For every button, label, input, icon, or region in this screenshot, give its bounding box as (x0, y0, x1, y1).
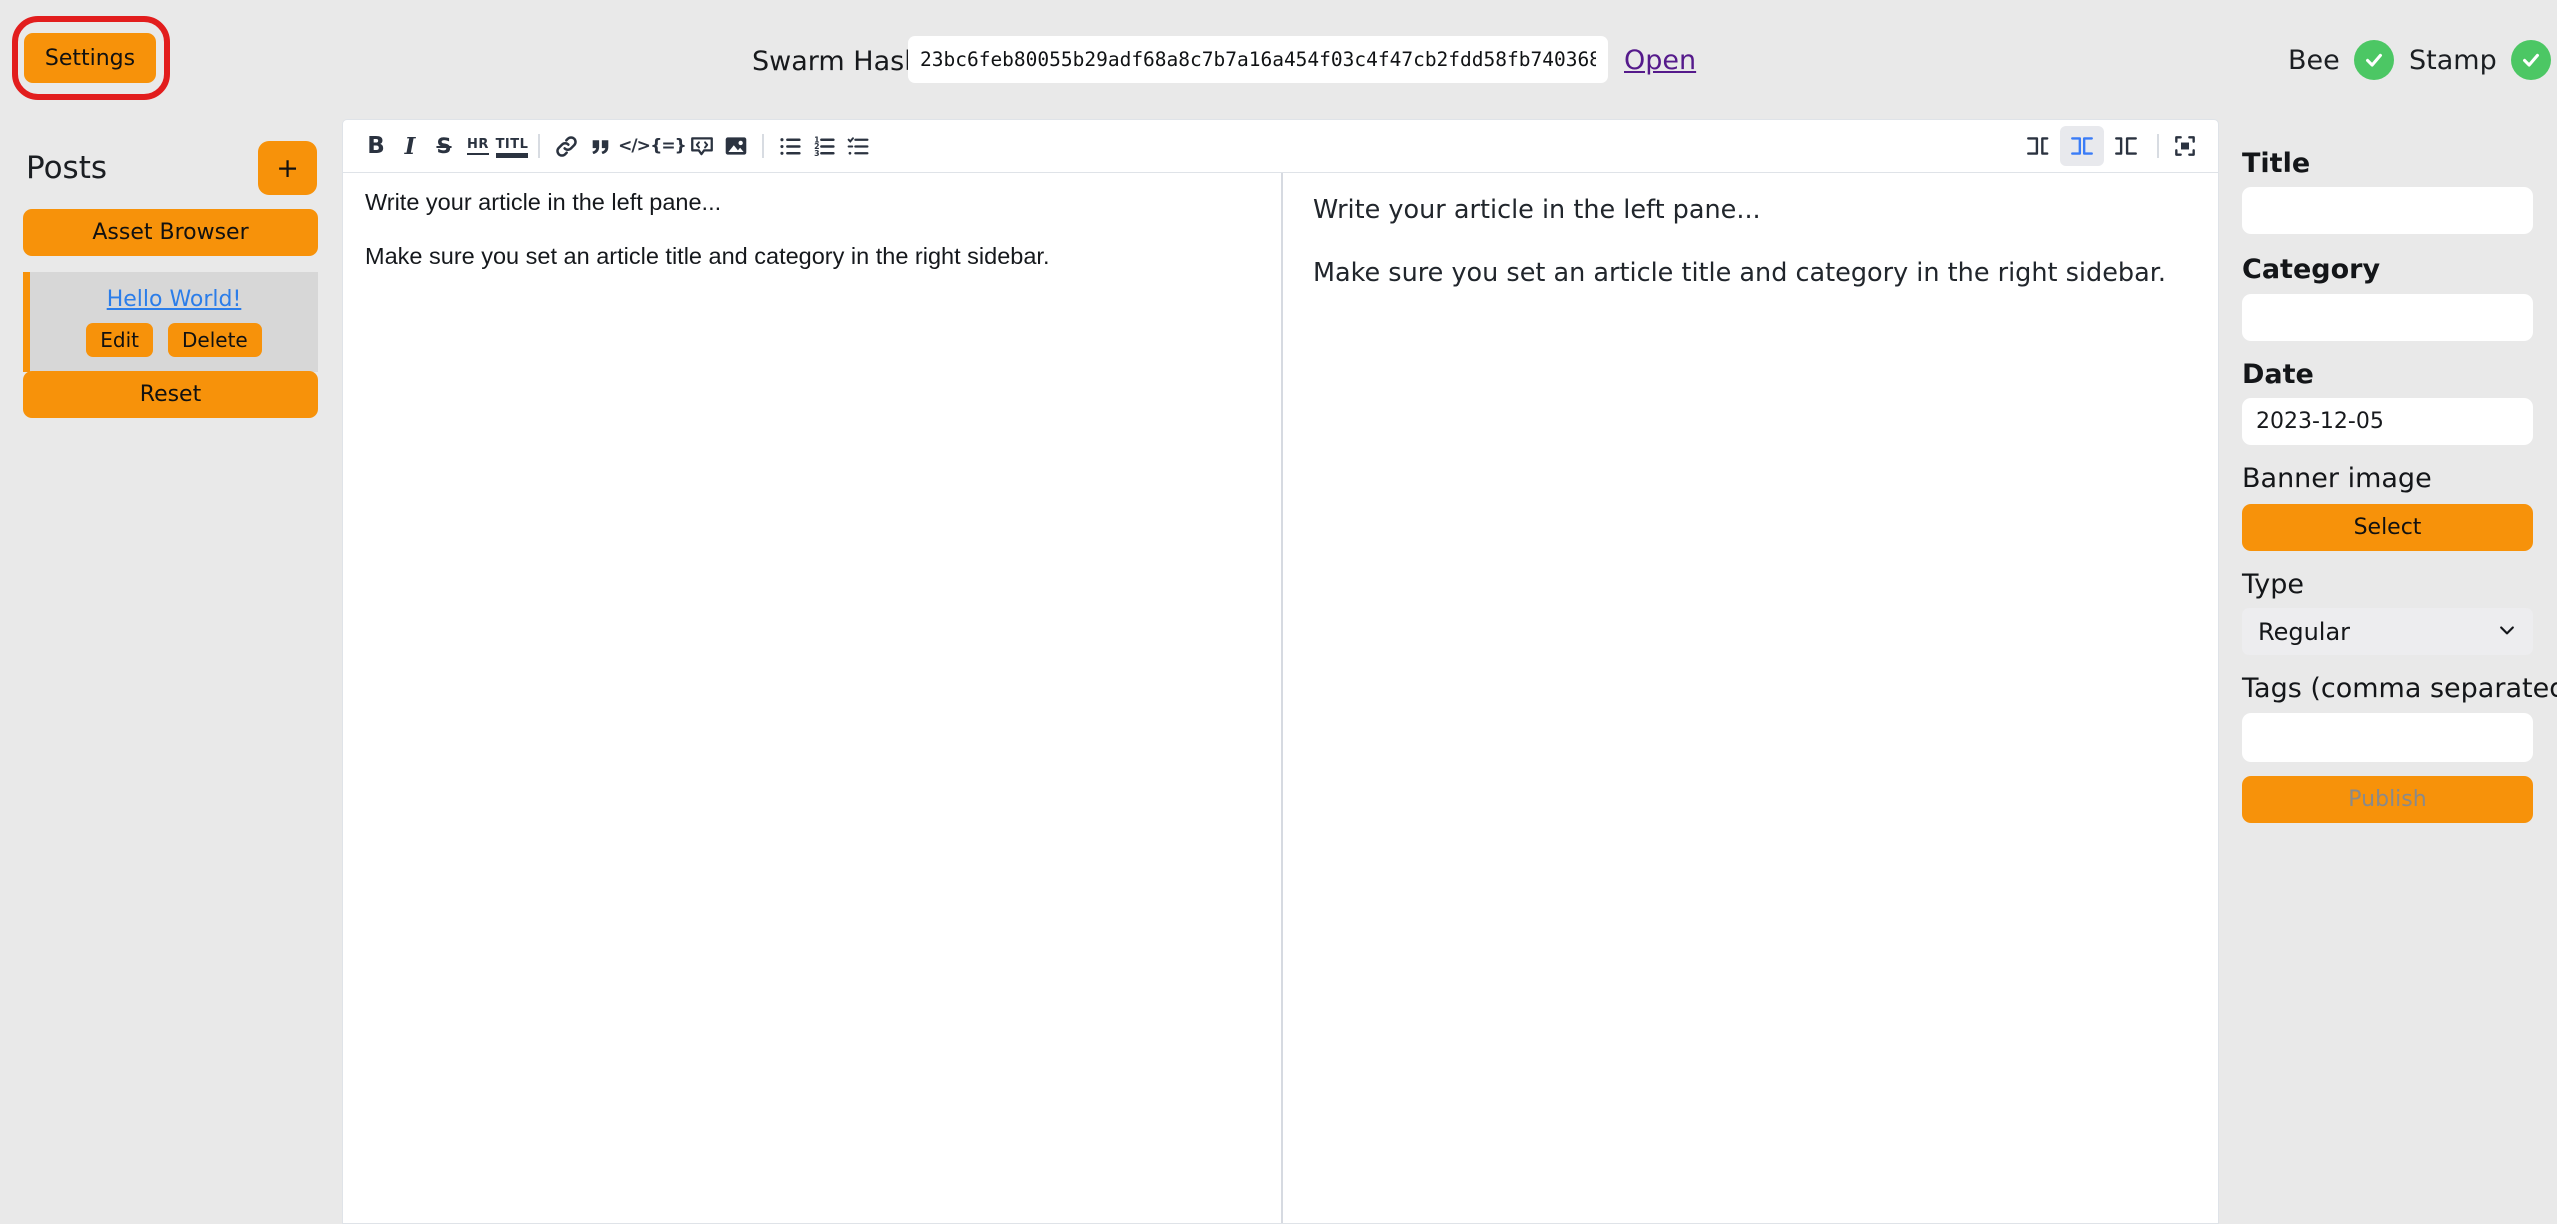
delete-post-button[interactable]: Delete (168, 323, 262, 357)
swarm-hash-label: Swarm Hash (752, 46, 921, 77)
publish-button[interactable]: Publish (2242, 776, 2533, 823)
toolbar-separator (538, 134, 540, 158)
markdown-editor: B I S HR TITL </> {=} 123 (342, 119, 2219, 1224)
toolbar-right-group (2016, 126, 2202, 166)
editor-panes: Write your article in the left pane... M… (343, 173, 2218, 1223)
live-mode-icon[interactable] (2060, 126, 2104, 166)
swarm-hash-input[interactable] (908, 36, 1608, 83)
fullscreen-icon[interactable] (2168, 126, 2202, 166)
codeblock-icon[interactable]: {=} (651, 126, 685, 166)
title-icon[interactable]: TITL (495, 126, 529, 166)
checked-list-icon[interactable] (841, 126, 875, 166)
bee-status: Bee (2288, 40, 2394, 80)
comment-icon[interactable] (685, 126, 719, 166)
date-label: Date (2242, 359, 2314, 390)
stamp-status-label: Stamp (2409, 45, 2497, 76)
article-properties-sidebar: Title Category Date Banner image Select … (2242, 130, 2533, 1030)
preview-paragraph: Write your article in the left pane... (1313, 195, 2188, 225)
editor-paragraph: Make sure you set an article title and c… (365, 243, 1259, 270)
chevron-down-icon (2497, 618, 2517, 646)
new-post-button[interactable]: + (258, 141, 317, 195)
bold-icon[interactable]: B (359, 126, 393, 166)
edit-post-button[interactable]: Edit (86, 323, 153, 357)
preview-mode-icon[interactable] (2104, 126, 2148, 166)
post-list-item: Hello World! Edit Delete (23, 272, 318, 372)
title-input[interactable] (2242, 187, 2533, 234)
preview-paragraph: Make sure you set an article title and c… (1313, 258, 2188, 288)
type-select-value: Regular (2258, 618, 2350, 646)
editor-paragraph: Write your article in the left pane... (365, 189, 1259, 216)
date-input[interactable] (2242, 398, 2533, 445)
posts-heading: Posts (26, 150, 107, 186)
category-input[interactable] (2242, 294, 2533, 341)
strikethrough-icon[interactable]: S (427, 126, 461, 166)
open-link[interactable]: Open (1624, 45, 1696, 76)
tags-label: Tags (comma separated) (2242, 673, 2557, 704)
category-label: Category (2242, 254, 2380, 285)
banner-select-button[interactable]: Select (2242, 504, 2533, 551)
type-select[interactable]: Regular (2242, 608, 2533, 655)
ordered-list-icon[interactable]: 123 (807, 126, 841, 166)
link-icon[interactable] (549, 126, 583, 166)
bee-status-label: Bee (2288, 45, 2340, 76)
asset-browser-button[interactable]: Asset Browser (23, 209, 318, 256)
stamp-check-icon (2511, 40, 2551, 80)
quote-icon[interactable] (583, 126, 617, 166)
image-icon[interactable] (719, 126, 753, 166)
editor-toolbar: B I S HR TITL </> {=} 123 (343, 120, 2218, 173)
stamp-status: Stamp (2409, 40, 2551, 80)
code-icon[interactable]: </> (617, 126, 651, 166)
markdown-preview-pane: Write your article in the left pane... M… (1281, 173, 2218, 1223)
title-label: Title (2242, 148, 2310, 179)
bee-check-icon (2354, 40, 2394, 80)
post-title-link[interactable]: Hello World! (107, 287, 242, 312)
settings-button[interactable]: Settings (24, 33, 156, 83)
type-label: Type (2242, 569, 2304, 600)
unordered-list-icon[interactable] (773, 126, 807, 166)
toolbar-separator (2157, 134, 2159, 158)
italic-icon[interactable]: I (393, 126, 427, 166)
markdown-edit-pane[interactable]: Write your article in the left pane... M… (343, 173, 1281, 1223)
edit-mode-icon[interactable] (2016, 126, 2060, 166)
post-actions: Edit Delete (86, 323, 261, 357)
reset-button[interactable]: Reset (23, 371, 318, 418)
horizontal-rule-icon[interactable]: HR (461, 126, 495, 166)
tags-input[interactable] (2242, 713, 2533, 762)
svg-text:3: 3 (814, 148, 819, 157)
banner-image-label: Banner image (2242, 463, 2432, 494)
toolbar-separator (762, 134, 764, 158)
